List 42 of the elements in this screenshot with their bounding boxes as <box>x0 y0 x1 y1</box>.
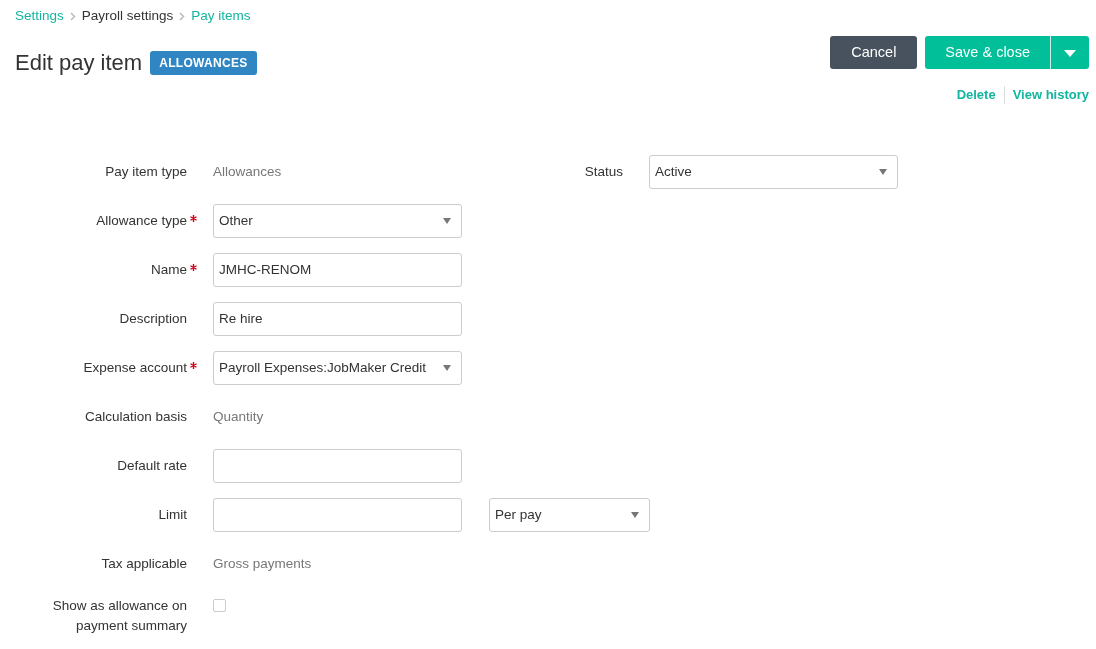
required-icon <box>190 361 197 369</box>
select-field[interactable]: Payroll Expenses:JobMaker Credit <box>213 350 462 385</box>
checkbox[interactable] <box>213 598 226 612</box>
field-label: Expense account <box>83 358 187 377</box>
cancel-button[interactable]: Cancel <box>830 36 918 70</box>
page-title: Edit pay item <box>15 50 143 77</box>
field-value: Quantity <box>213 407 264 426</box>
breadcrumb-item: Payroll settings <box>81 7 174 25</box>
chevron-right-icon <box>69 11 76 21</box>
select-value: Per pay <box>495 505 542 524</box>
dropdown-arrow-icon <box>443 217 451 224</box>
input-field[interactable]: Re hire <box>213 301 462 336</box>
field-label: Allowance type <box>96 211 187 230</box>
field-label: Calculation basis <box>84 407 187 426</box>
required-icon <box>190 214 197 222</box>
caret-icon <box>1064 49 1076 57</box>
select-field[interactable]: Per pay <box>489 497 650 532</box>
dropdown-toggle-button[interactable] <box>1050 36 1089 70</box>
field-label: Description <box>119 309 187 328</box>
input-field[interactable]: JMHC-RENOM <box>213 252 462 287</box>
select-field[interactable]: Active <box>649 154 898 189</box>
field-value: Allowances <box>213 162 282 181</box>
field-label: Status <box>584 162 623 181</box>
required-icon <box>190 263 197 271</box>
dropdown-arrow-icon <box>879 168 887 175</box>
dropdown-arrow-icon <box>443 364 451 371</box>
select-value: Payroll Expenses:JobMaker Credit <box>219 358 427 377</box>
field-value: Gross payments <box>213 554 312 573</box>
field-label: Name <box>151 260 187 279</box>
chevron-right-icon <box>179 11 186 21</box>
input-field[interactable] <box>213 448 462 483</box>
field-label: Show as allowance on payment summary <box>51 596 187 635</box>
select-value: Active <box>655 162 692 181</box>
field-label: Tax applicable <box>101 554 187 573</box>
field-label: Limit <box>158 505 187 524</box>
field-label: Pay item type <box>105 162 187 181</box>
input-field[interactable] <box>213 497 462 532</box>
select-value: Other <box>219 211 253 230</box>
dropdown-arrow-icon <box>631 511 639 518</box>
field-label: Default rate <box>117 456 187 475</box>
type-badge: ALLOWANCES <box>150 51 257 76</box>
select-field[interactable]: Other <box>213 203 462 238</box>
